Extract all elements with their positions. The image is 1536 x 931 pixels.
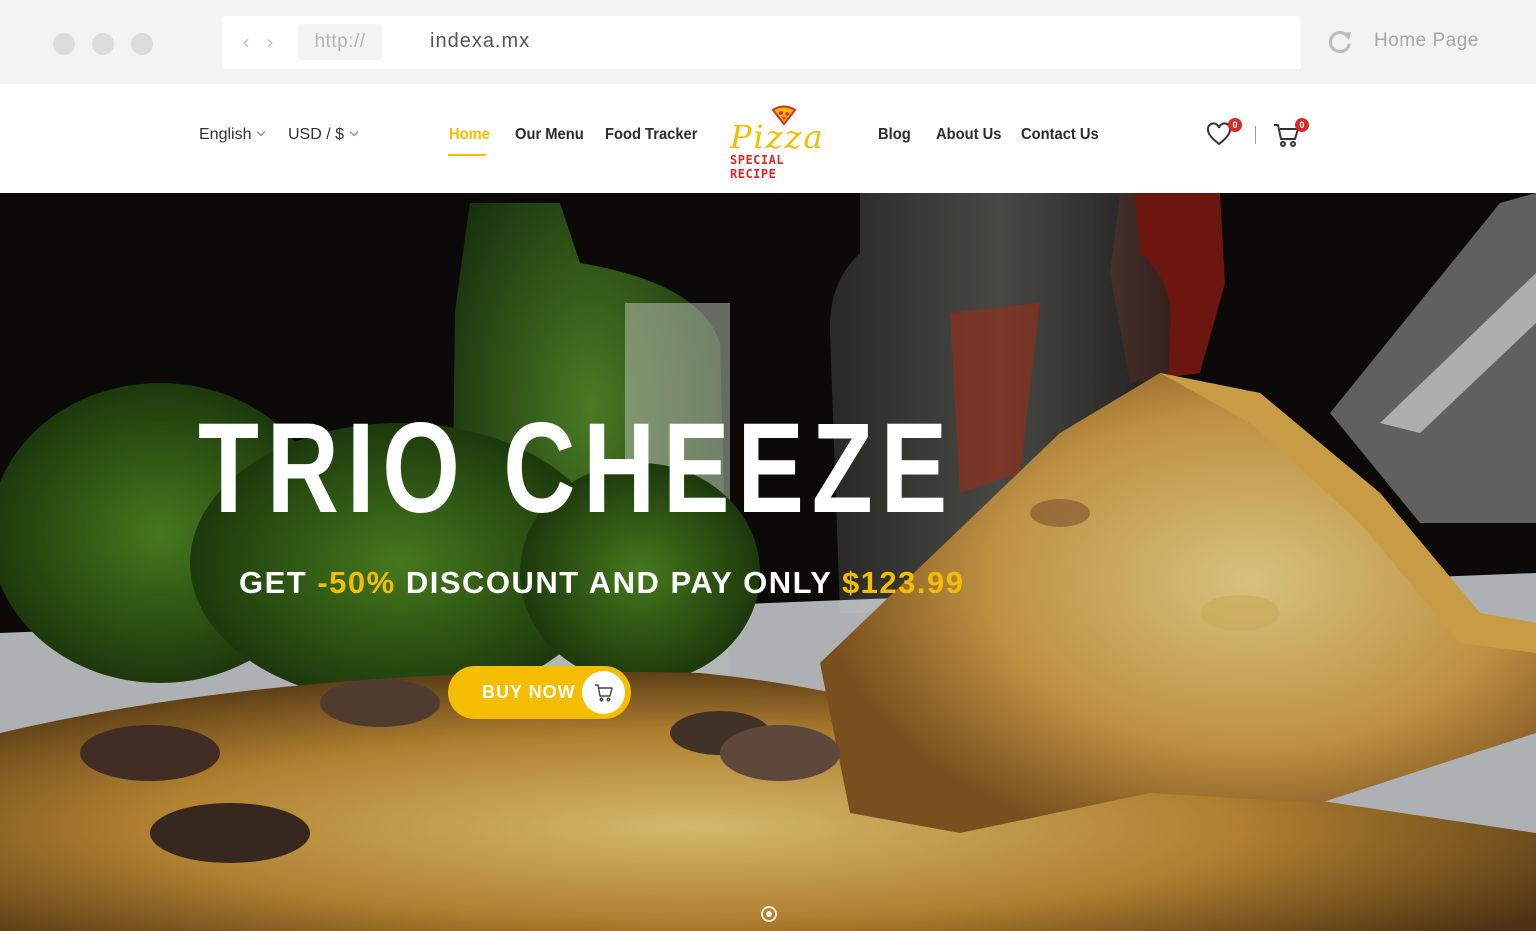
nav-blog[interactable]: Blog [878, 126, 911, 144]
address-bar[interactable]: ‹ › http:// indexa.mx [222, 16, 1301, 69]
nav-active-underline [448, 154, 486, 156]
hero-background-image [0, 193, 1536, 931]
browser-chrome: ‹ › http:// indexa.mx Home Page [0, 0, 1536, 84]
buy-now-button[interactable]: BUY NOW [448, 666, 631, 719]
back-arrow-icon[interactable]: ‹ [242, 32, 250, 52]
hero-slider: TRIO CHEEZE GET -50% DISCOUNT AND PAY ON… [0, 193, 1536, 931]
wishlist-button[interactable]: 0 [1206, 118, 1242, 150]
buy-now-cart-circle [582, 671, 625, 714]
nav-contact-us[interactable]: Contact Us [1021, 126, 1099, 144]
hero-subtitle: GET -50% DISCOUNT AND PAY ONLY $123.99 [239, 565, 965, 601]
window-close-dot[interactable] [53, 33, 75, 55]
nav-about-us[interactable]: About Us [936, 126, 1001, 144]
chevron-down-icon [349, 127, 359, 137]
language-selector[interactable]: English [199, 126, 266, 144]
home-page-link[interactable]: Home Page [1374, 30, 1479, 52]
currency-selector[interactable]: USD / $ [288, 126, 359, 144]
logo-script-text: Pizza [730, 118, 825, 156]
buy-now-label: BUY NOW [482, 682, 576, 702]
url-text[interactable]: indexa.mx [430, 30, 530, 53]
currency-value: USD / $ [288, 126, 345, 143]
language-value: English [199, 126, 252, 143]
slider-pagination-dot[interactable] [761, 906, 777, 922]
url-protocol: http:// [298, 24, 382, 60]
nav-home[interactable]: Home [449, 126, 490, 144]
subtitle-prefix: GET [239, 565, 318, 600]
cart-icon [595, 684, 613, 702]
chevron-down-icon [257, 127, 266, 137]
header-divider [1255, 126, 1256, 144]
site-logo[interactable]: Pizza SPECIAL RECIPE [722, 102, 838, 181]
window-maximize-dot[interactable] [131, 33, 153, 55]
nav-food-tracker[interactable]: Food Tracker [605, 126, 697, 144]
window-minimize-dot[interactable] [92, 33, 114, 55]
forward-arrow-icon[interactable]: › [266, 32, 274, 52]
cart-count-badge: 0 [1295, 118, 1309, 132]
logo-subtitle: SPECIAL RECIPE [730, 153, 785, 181]
hero-title: TRIO CHEEZE [198, 397, 955, 540]
site-header: English USD / $ Home Our Menu Food Track… [0, 84, 1536, 193]
reload-icon[interactable] [1326, 28, 1354, 56]
nav-our-menu[interactable]: Our Menu [515, 126, 584, 144]
subtitle-discount: -50% [317, 565, 396, 600]
cart-button[interactable]: 0 [1273, 118, 1309, 150]
subtitle-middle: DISCOUNT AND PAY ONLY [395, 565, 842, 600]
subtitle-price: $123.99 [841, 565, 965, 600]
wishlist-count-badge: 0 [1228, 118, 1242, 132]
